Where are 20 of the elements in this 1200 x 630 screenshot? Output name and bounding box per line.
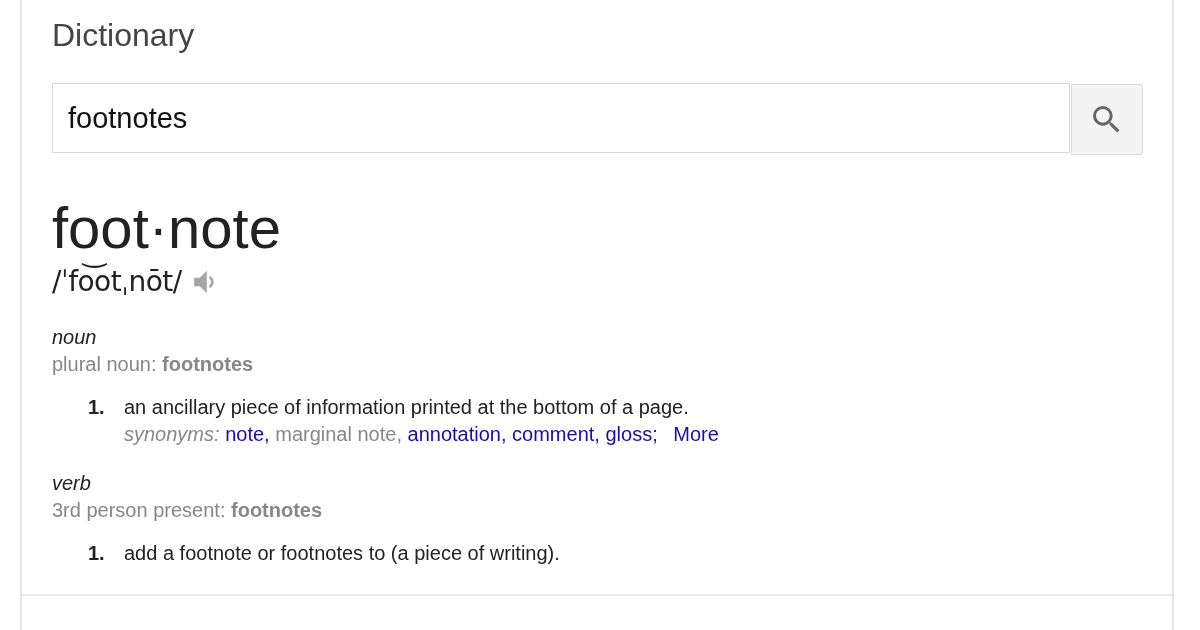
card-title: Dictionary xyxy=(52,17,196,53)
synonym-link[interactable]: note xyxy=(225,423,265,445)
search-field[interactable]: footnotes xyxy=(52,83,1070,153)
definition-text: an ancillary piece of information printed at the bottom of a page. xyxy=(124,395,689,420)
synonym-link[interactable]: comment xyxy=(512,423,595,445)
pronunciation: /ˈfo͝otˌnōt/ xyxy=(52,265,182,299)
part-of-speech: noun xyxy=(52,325,97,350)
more-link[interactable]: More xyxy=(673,423,719,445)
search-icon xyxy=(1093,105,1121,134)
synonyms-line: synonyms: note, marginal note, annotation, comment, gloss; More xyxy=(124,422,719,447)
inflection-text: plural noun: footnotes xyxy=(52,352,254,377)
definition-number: 1. xyxy=(88,541,105,566)
definition-number: 1. xyxy=(88,395,105,420)
part-of-speech: verb xyxy=(52,471,91,496)
headword: foot·note xyxy=(52,195,282,261)
synonym-link[interactable]: annotation xyxy=(407,423,501,445)
synonym-link[interactable]: gloss xyxy=(605,423,653,445)
search-button[interactable] xyxy=(1071,84,1143,155)
definition-text: add a footnote or footnotes to (a piece of writing). xyxy=(124,541,560,566)
inflection-text: 3rd person present: footnotes xyxy=(52,498,323,523)
